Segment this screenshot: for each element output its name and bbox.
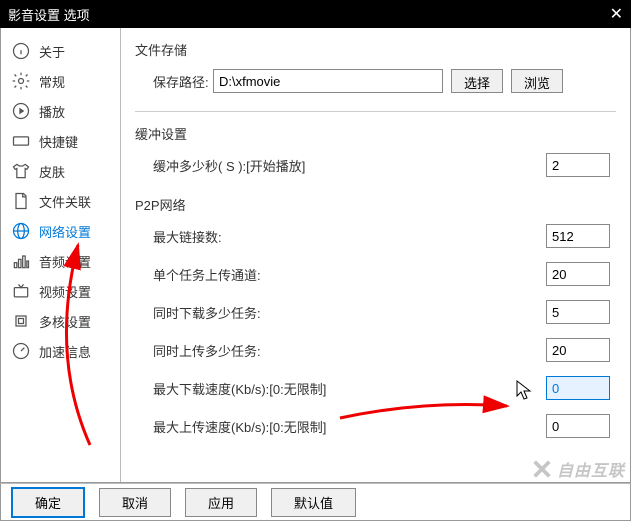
sidebar-item-label: 加速信息 xyxy=(39,342,91,361)
titlebar: 影音设置 选项 ✕ xyxy=(0,0,631,28)
cancel-button[interactable]: 取消 xyxy=(99,488,171,517)
sidebar-item-label: 多核设置 xyxy=(39,312,91,331)
sidebar-item-label: 皮肤 xyxy=(39,162,65,181)
p2p-title: P2P网络 xyxy=(135,195,616,214)
play-icon xyxy=(11,101,31,121)
tv-icon xyxy=(11,281,31,301)
keyboard-icon xyxy=(11,131,31,151)
content-panel: 文件存储 保存路径: 选择 浏览 缓冲设置 缓冲多少秒( S ):[开始播放] … xyxy=(121,28,630,482)
sidebar-item-multicore[interactable]: 多核设置 xyxy=(1,306,120,336)
section-buffer: 缓冲设置 缓冲多少秒( S ):[开始播放] xyxy=(135,124,616,177)
sidebar-item-label: 网络设置 xyxy=(39,222,91,241)
footer: 确定 取消 应用 默认值 xyxy=(0,483,631,521)
main-area: 关于 常规 播放 快捷键 皮肤 文件关联 网络设置 音频设置 xyxy=(0,28,631,483)
max-dl-speed-label: 最大下载速度(Kb/s):[0:无限制] xyxy=(153,379,353,398)
sidebar-item-skin[interactable]: 皮肤 xyxy=(1,156,120,186)
buffer-seconds-input[interactable] xyxy=(546,153,610,177)
sidebar-item-playback[interactable]: 播放 xyxy=(1,96,120,126)
sidebar-item-hotkey[interactable]: 快捷键 xyxy=(1,126,120,156)
path-input[interactable] xyxy=(213,69,443,93)
storage-title: 文件存储 xyxy=(135,40,616,59)
max-ul-speed-input[interactable] xyxy=(546,414,610,438)
sidebar-item-about[interactable]: 关于 xyxy=(1,36,120,66)
cpu-icon xyxy=(11,311,31,331)
buffer-seconds-label: 缓冲多少秒( S ):[开始播放] xyxy=(153,156,353,175)
audio-icon xyxy=(11,251,31,271)
path-label: 保存路径: xyxy=(153,72,213,91)
concurrent-dl-input[interactable] xyxy=(546,300,610,324)
sidebar-item-label: 音频设置 xyxy=(39,252,91,271)
concurrent-dl-label: 同时下载多少任务: xyxy=(153,303,353,322)
sidebar-item-network[interactable]: 网络设置 xyxy=(1,216,120,246)
buffer-title: 缓冲设置 xyxy=(135,124,616,143)
sidebar-item-label: 快捷键 xyxy=(39,132,78,151)
close-icon[interactable]: ✕ xyxy=(610,4,623,24)
browse-button[interactable]: 浏览 xyxy=(511,69,563,93)
speed-icon xyxy=(11,341,31,361)
info-icon xyxy=(11,41,31,61)
sidebar: 关于 常规 播放 快捷键 皮肤 文件关联 网络设置 音频设置 xyxy=(1,28,121,482)
divider xyxy=(135,111,616,112)
single-upload-input[interactable] xyxy=(546,262,610,286)
sidebar-item-assoc[interactable]: 文件关联 xyxy=(1,186,120,216)
sidebar-item-label: 文件关联 xyxy=(39,192,91,211)
max-conn-label: 最大链接数: xyxy=(153,227,353,246)
ok-button[interactable]: 确定 xyxy=(11,487,85,518)
globe-icon xyxy=(11,221,31,241)
concurrent-ul-label: 同时上传多少任务: xyxy=(153,341,353,360)
max-ul-speed-label: 最大上传速度(Kb/s):[0:无限制] xyxy=(153,417,353,436)
section-p2p: P2P网络 最大链接数: 单个任务上传通道: 同时下载多少任务: 同时上传多少任… xyxy=(135,195,616,438)
sidebar-item-general[interactable]: 常规 xyxy=(1,66,120,96)
sidebar-item-accel[interactable]: 加速信息 xyxy=(1,336,120,366)
default-button[interactable]: 默认值 xyxy=(271,488,356,517)
concurrent-ul-input[interactable] xyxy=(546,338,610,362)
max-conn-input[interactable] xyxy=(546,224,610,248)
apply-button[interactable]: 应用 xyxy=(185,488,257,517)
single-upload-label: 单个任务上传通道: xyxy=(153,265,353,284)
gear-icon xyxy=(11,71,31,91)
sidebar-item-label: 播放 xyxy=(39,102,65,121)
shirt-icon xyxy=(11,161,31,181)
sidebar-item-audio[interactable]: 音频设置 xyxy=(1,246,120,276)
sidebar-item-label: 视频设置 xyxy=(39,282,91,301)
file-icon xyxy=(11,191,31,211)
sidebar-item-label: 常规 xyxy=(39,72,65,91)
window-title: 影音设置 选项 xyxy=(8,5,90,24)
select-button[interactable]: 选择 xyxy=(451,69,503,93)
max-dl-speed-input[interactable] xyxy=(546,376,610,400)
sidebar-item-video[interactable]: 视频设置 xyxy=(1,276,120,306)
watermark: 自由互联 xyxy=(531,457,625,481)
section-storage: 文件存储 保存路径: 选择 浏览 xyxy=(135,40,616,93)
sidebar-item-label: 关于 xyxy=(39,42,65,61)
